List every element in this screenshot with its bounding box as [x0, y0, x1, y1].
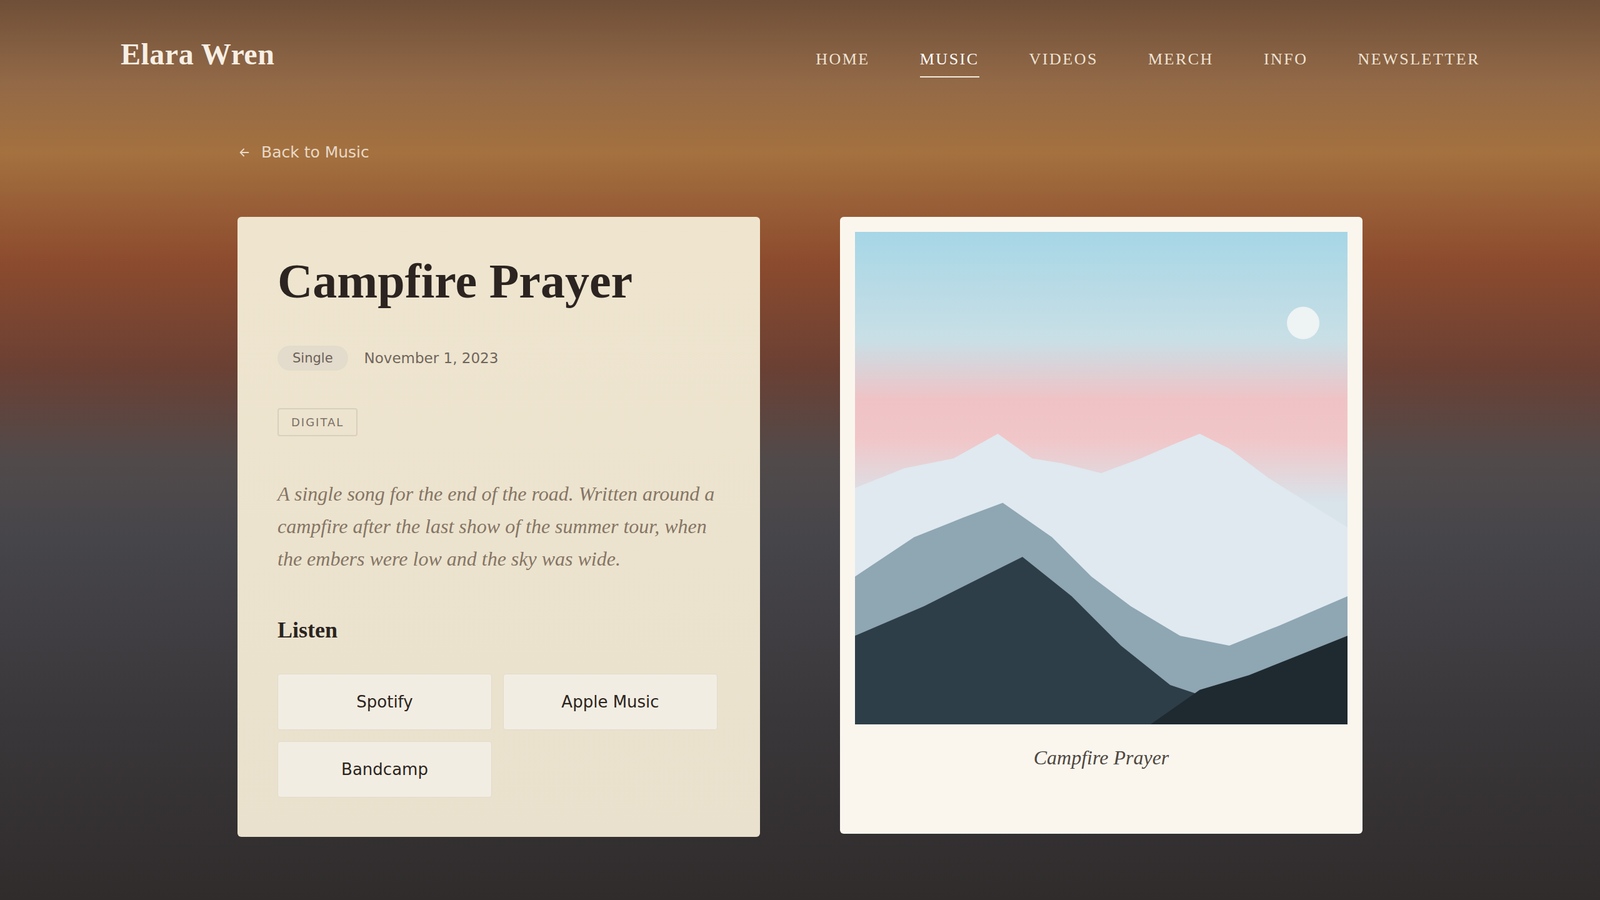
nav-item[interactable]: NEWSLETTER [1358, 41, 1480, 78]
nav-item[interactable]: HOME [815, 41, 870, 78]
listen-button[interactable]: Bandcamp [277, 741, 492, 798]
cover-caption: Campfire Prayer [855, 745, 1348, 770]
release-title: Campfire Prayer [277, 251, 720, 311]
release-layout: Campfire Prayer Single November 1, 2023 … [237, 216, 1363, 837]
main-content: Back to Music Campfire Prayer Single Nov… [237, 77, 1363, 837]
nav-item[interactable]: MUSIC [920, 41, 980, 78]
listen-button[interactable]: Spotify [277, 673, 492, 730]
release-date: November 1, 2023 [364, 350, 499, 367]
release-description: A single song for the end of the road. W… [277, 477, 720, 575]
main-nav: HOME MUSIC VIDEOS MERCH INFO NEWSLETTER [815, 31, 1480, 78]
site-header: Elara Wren HOME MUSIC VIDEOS MERCH INFO NEWSL… [0, 0, 1600, 78]
listen-button[interactable]: Apple Music [503, 673, 718, 730]
logo[interactable]: Elara Wren [120, 36, 275, 72]
back-link-label: Back to Music [261, 142, 370, 163]
nav-item[interactable]: MERCH [1148, 41, 1214, 78]
back-link[interactable]: Back to Music [237, 142, 1363, 163]
listen-heading: Listen [277, 616, 720, 644]
format-list: DIGITAL [277, 408, 720, 437]
arrow-left-icon [237, 145, 252, 160]
nav-item[interactable]: INFO [1263, 41, 1309, 78]
cover-photo [855, 231, 1348, 725]
release-meta: Single November 1, 2023 [277, 345, 720, 371]
page: Elara Wren HOME MUSIC VIDEOS MERCH INFO NEWSL… [0, 0, 1600, 900]
release-info-card: Campfire Prayer Single November 1, 2023 … [237, 216, 760, 837]
cover-card: Campfire Prayer [840, 216, 1363, 834]
release-type-tag: Single [277, 345, 349, 371]
listen-links: SpotifyApple MusicBandcamp [277, 673, 720, 798]
format-badge: DIGITAL [277, 408, 358, 437]
nav-item[interactable]: VIDEOS [1029, 41, 1099, 78]
